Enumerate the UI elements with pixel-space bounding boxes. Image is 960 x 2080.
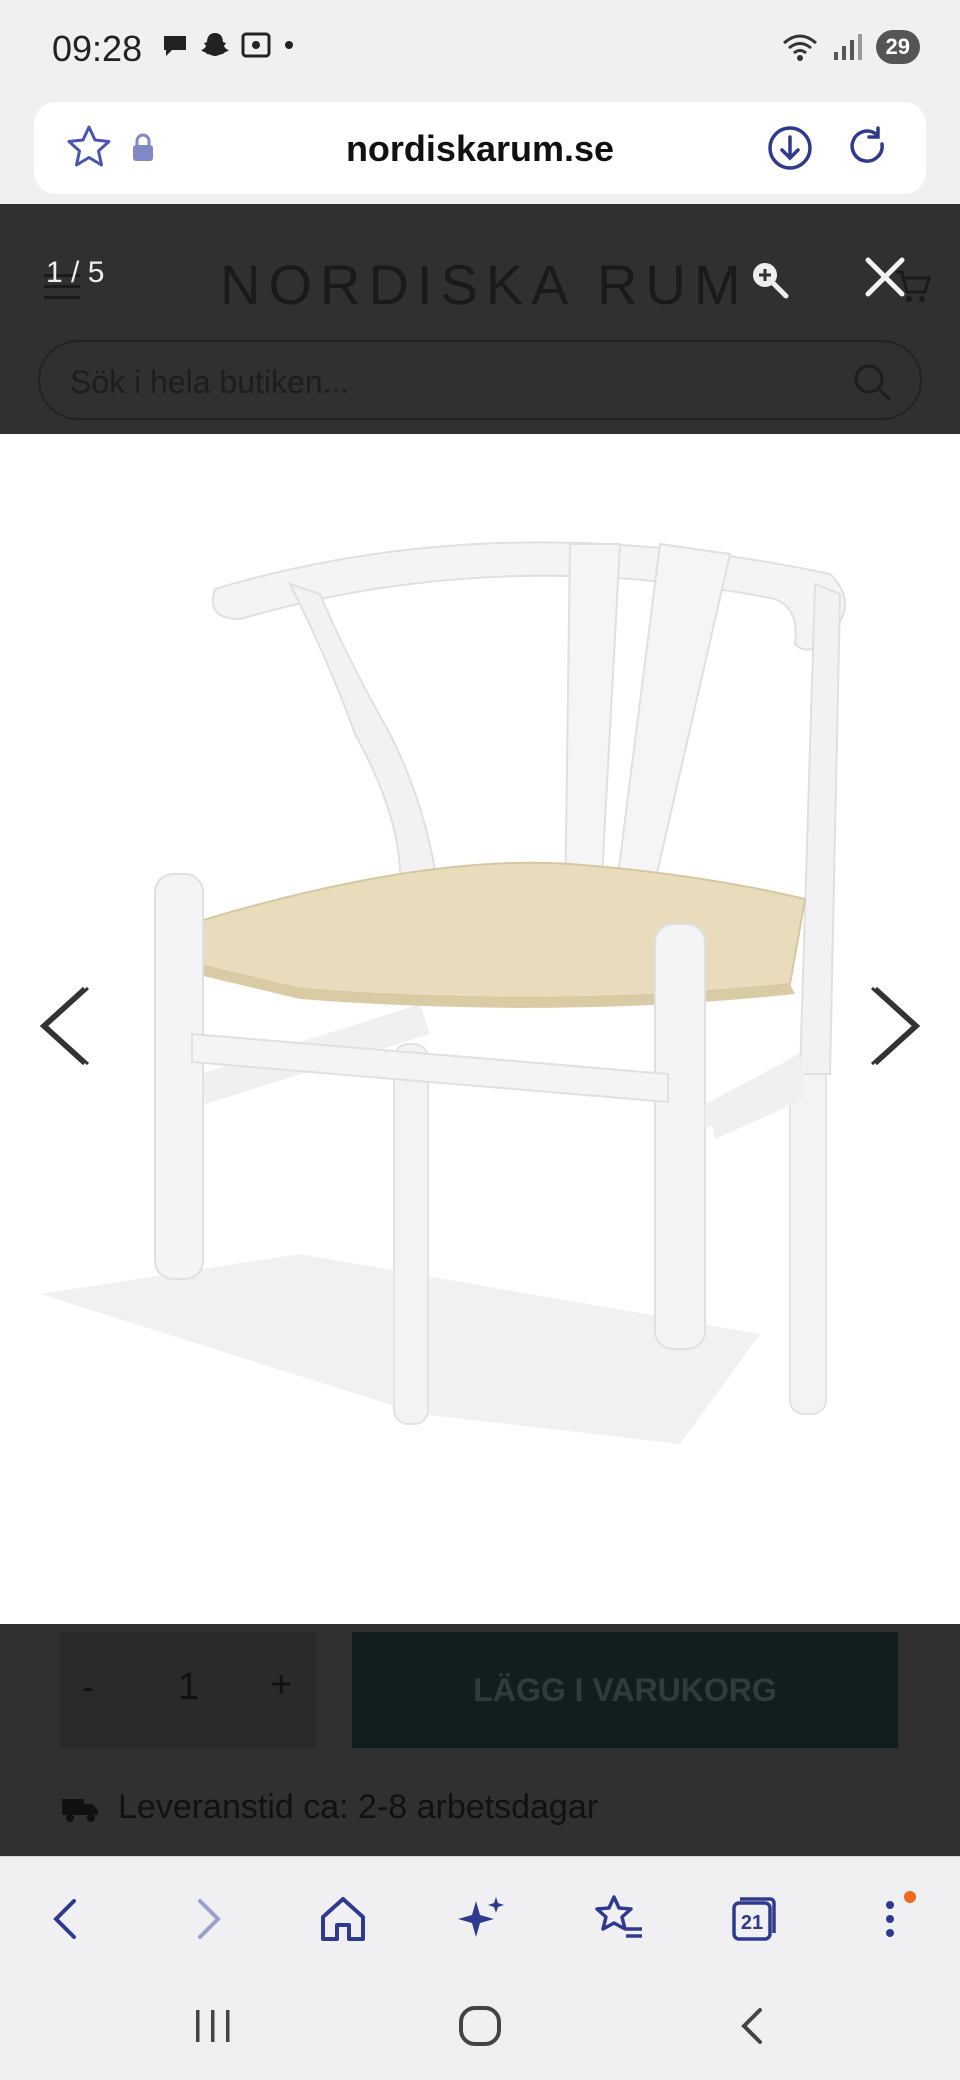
- delivery-info: Leveranstid ca: 2-8 arbetsdagar: [60, 1788, 598, 1827]
- close-icon[interactable]: [862, 254, 908, 300]
- zoom-icon[interactable]: [748, 258, 790, 300]
- quantity-stepper: - 1 +: [60, 1632, 316, 1748]
- home-icon[interactable]: [315, 1891, 371, 1947]
- cart-section: - 1 + LÄGG I VARUKORG Leveranstid ca: 2-…: [0, 1624, 960, 1856]
- system-back-icon[interactable]: [732, 2004, 772, 2048]
- product-image: [40, 541, 846, 1444]
- recents-icon[interactable]: [190, 2006, 236, 2046]
- delivery-text: Leveranstid ca: 2-8 arbetsdagar: [118, 1788, 599, 1826]
- browser-toolbar: 21: [0, 1856, 960, 1970]
- site-logo: NORDISKA RUM: [220, 253, 749, 316]
- chevron-right-icon[interactable]: [866, 984, 922, 1068]
- search-input[interactable]: Sök i hela butiken...: [38, 340, 922, 420]
- page: 09:28 29 nordiskarum.se NORDISKA RUM 1 /…: [0, 0, 960, 2080]
- sparkle-icon[interactable]: [452, 1891, 508, 1947]
- gallery-counter: 1 / 5: [46, 256, 105, 289]
- signal-icon: [833, 34, 862, 60]
- status-bar: 09:28 29: [0, 0, 960, 96]
- notification-dot: [904, 1891, 916, 1903]
- home-button-icon[interactable]: [456, 2004, 504, 2048]
- quantity-increase: +: [270, 1664, 293, 1706]
- truck-icon: [62, 1798, 98, 1822]
- system-icons: 29: [780, 30, 920, 64]
- quantity-value: 1: [178, 1666, 200, 1708]
- quantity-decrease: -: [82, 1666, 94, 1707]
- dot-icon: [285, 41, 293, 49]
- bookmarks-icon[interactable]: [590, 1891, 646, 1947]
- search-placeholder: Sök i hela butiken...: [70, 364, 350, 400]
- chat-icon: [164, 36, 186, 56]
- url-bar[interactable]: nordiskarum.se: [34, 102, 926, 194]
- search-icon[interactable]: [850, 360, 894, 404]
- screenshot-icon: [241, 32, 271, 58]
- reload-icon[interactable]: [842, 122, 894, 174]
- back-icon[interactable]: [40, 1891, 96, 1947]
- add-to-cart-label: LÄGG I VARUKORG: [473, 1672, 777, 1708]
- snapchat-icon: [201, 33, 229, 56]
- download-icon[interactable]: [764, 122, 816, 174]
- more-icon[interactable]: [862, 1891, 918, 1947]
- status-time: 09:28: [52, 28, 143, 69]
- battery-badge: 29: [875, 30, 920, 64]
- wifi-icon: [782, 34, 817, 61]
- notification-icons: [160, 30, 296, 60]
- add-to-cart-button: LÄGG I VARUKORG: [352, 1632, 898, 1748]
- forward-icon[interactable]: [178, 1891, 234, 1947]
- chevron-left-icon[interactable]: [38, 984, 94, 1068]
- system-nav-bar: [0, 1970, 960, 2080]
- tabs-count: 21: [741, 1912, 763, 1934]
- product-image-viewer[interactable]: [0, 434, 960, 1624]
- site-header: NORDISKA RUM 1 / 5 Sök i hela butiken...: [0, 204, 960, 434]
- tabs-icon[interactable]: 21: [726, 1891, 782, 1947]
